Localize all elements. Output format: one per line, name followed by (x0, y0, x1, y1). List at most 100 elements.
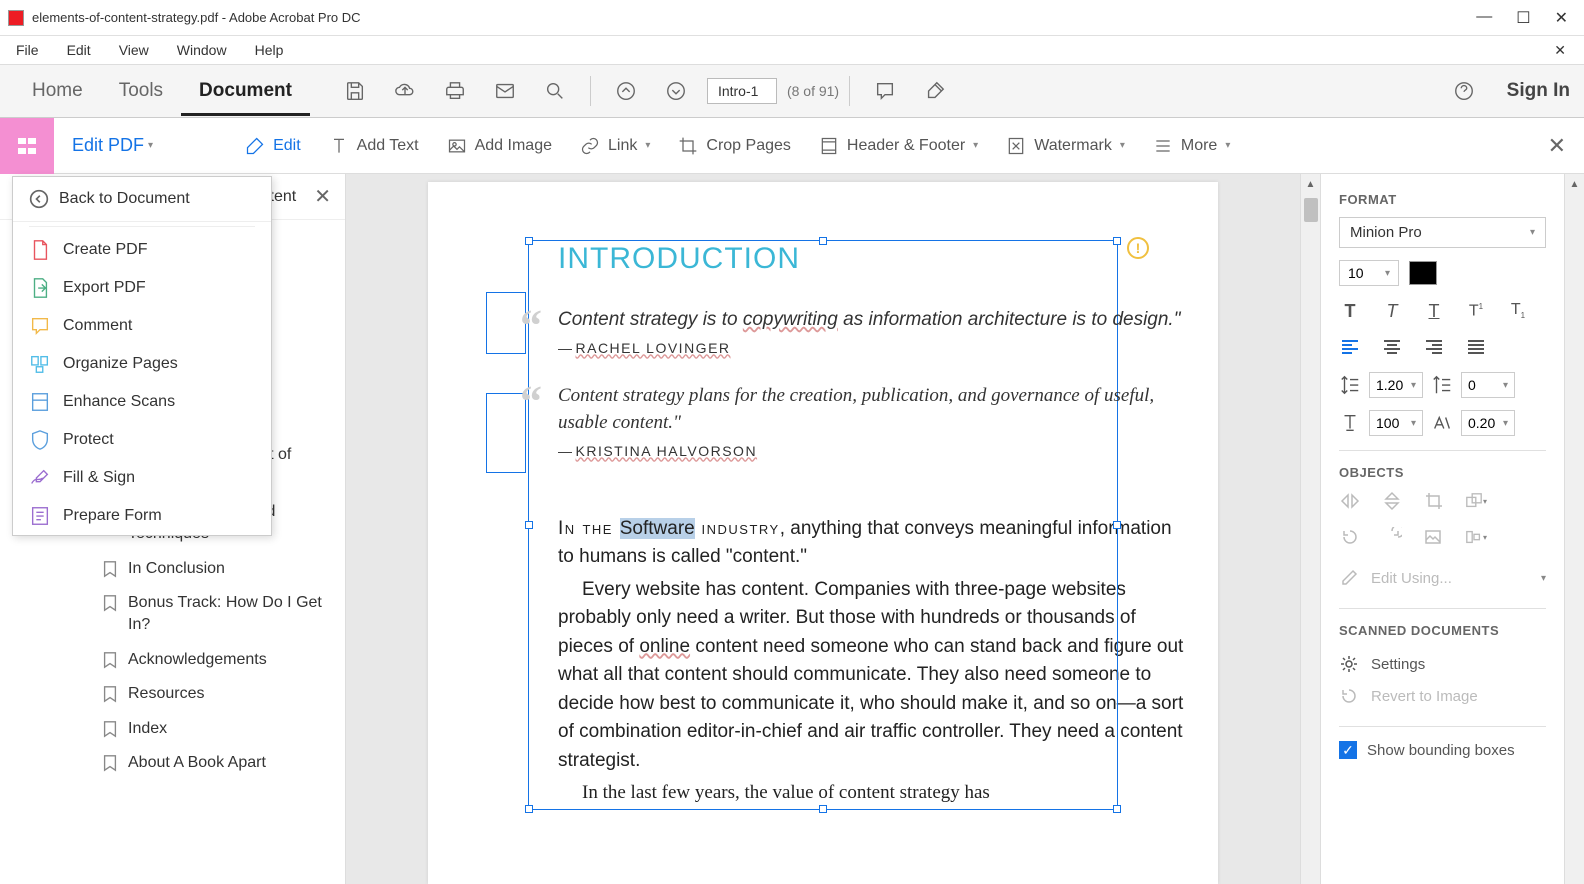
body-paragraph: In the last few years, the value of cont… (558, 779, 1188, 808)
align-objects-icon[interactable]: ▾ (1465, 526, 1487, 548)
scroll-thumb[interactable] (1304, 198, 1318, 222)
editpdf-tool-icon[interactable] (0, 118, 54, 174)
menu-edit[interactable]: Edit (61, 40, 97, 60)
color-picker[interactable] (1409, 261, 1437, 285)
page-down-icon[interactable] (663, 78, 689, 104)
spacing-input[interactable]: 0▾ (1461, 372, 1515, 398)
bookmark-item[interactable]: Acknowledgements (0, 643, 345, 677)
italic-icon[interactable]: T (1381, 300, 1403, 322)
help-icon[interactable] (1451, 78, 1477, 104)
fill-sign-item[interactable]: Fill & Sign (13, 459, 271, 497)
addimage-tool[interactable]: Add Image (433, 136, 566, 156)
scanned-section-label: SCANNED DOCUMENTS (1339, 623, 1546, 638)
addtext-tool[interactable]: Add Text (315, 136, 433, 156)
close-edittoolbar-icon[interactable]: ✕ (1548, 133, 1566, 159)
align-justify-icon[interactable] (1465, 336, 1487, 358)
back-to-document[interactable]: Back to Document (13, 177, 271, 222)
quote-text: Content strategy plans for the creation,… (558, 382, 1188, 437)
kerning-input[interactable]: 0.20▾ (1461, 410, 1515, 436)
fontsize-input[interactable]: 10▾ (1339, 260, 1399, 286)
comment-item[interactable]: Comment (13, 307, 271, 345)
tab-home[interactable]: Home (14, 66, 101, 116)
document-view[interactable]: ! INTRODUCTION “ Content strategy is to … (346, 174, 1300, 884)
window-title: elements-of-content-strategy.pdf - Adobe… (32, 10, 1476, 25)
scroll-up-icon[interactable]: ▲ (1565, 174, 1584, 194)
subscript-icon[interactable]: T1 (1507, 300, 1529, 322)
tab-document[interactable]: Document (181, 66, 310, 116)
mail-icon[interactable] (492, 78, 518, 104)
export-pdf-item[interactable]: Export PDF (13, 269, 271, 307)
comment-icon[interactable] (872, 78, 898, 104)
save-icon[interactable] (342, 78, 368, 104)
lineheight-input[interactable]: 1.20▾ (1369, 372, 1423, 398)
sidebar-close-icon[interactable]: ✕ (314, 184, 331, 209)
flip-h-icon[interactable] (1339, 490, 1361, 512)
bounding-boxes-checkbox[interactable]: ✓ Show bounding boxes (1339, 741, 1546, 759)
cloud-icon[interactable] (392, 78, 418, 104)
more-tool[interactable]: More▾ (1139, 136, 1244, 156)
enhance-scans-item[interactable]: Enhance Scans (13, 383, 271, 421)
maximize-button[interactable]: ☐ (1516, 8, 1530, 28)
align-left-icon[interactable] (1339, 336, 1361, 358)
minimize-button[interactable]: — (1476, 8, 1492, 28)
page-count: (8 of 91) (787, 83, 839, 99)
pdf-page[interactable]: ! INTRODUCTION “ Content strategy is to … (428, 182, 1218, 884)
underline-icon[interactable]: T (1423, 300, 1445, 322)
watermark-tool[interactable]: Watermark▾ (992, 136, 1139, 156)
scrollbar[interactable]: ▲ (1300, 174, 1320, 884)
tools-menu: Back to Document Create PDF Export PDF C… (12, 176, 272, 536)
protect-item[interactable]: Protect (13, 421, 271, 459)
settings-action[interactable]: Settings (1339, 648, 1546, 680)
signin-button[interactable]: Sign In (1507, 80, 1570, 102)
search-icon[interactable] (542, 78, 568, 104)
tab-tools[interactable]: Tools (101, 66, 181, 116)
scroll-up-icon[interactable]: ▲ (1301, 174, 1320, 194)
page-up-icon[interactable] (613, 78, 639, 104)
align-right-icon[interactable] (1423, 336, 1445, 358)
croppages-tool[interactable]: Crop Pages (664, 136, 805, 156)
headerfooter-tool[interactable]: Header & Footer▾ (805, 136, 992, 156)
sidebar-partial-text: tent (270, 188, 297, 206)
scale-input[interactable]: 100▾ (1369, 410, 1423, 436)
quote-text: Content strategy is to copywriting as in… (558, 306, 1188, 334)
flip-v-icon[interactable] (1381, 490, 1403, 512)
menu-view[interactable]: View (113, 40, 155, 60)
bookmark-item[interactable]: About A Book Apart (0, 746, 345, 780)
bookmark-item[interactable]: Bonus Track: How Do I Get In? (0, 586, 345, 643)
edit-tool[interactable]: Edit (231, 136, 315, 156)
menu-help[interactable]: Help (249, 40, 290, 60)
scrollbar-right[interactable]: ▲ (1564, 174, 1584, 884)
quote-mark-icon: “ (520, 300, 542, 351)
menu-file[interactable]: File (10, 40, 45, 60)
editpdf-dropdown[interactable]: Edit PDF▾ (54, 135, 171, 156)
bookmark-item[interactable]: In Conclusion (0, 552, 345, 586)
highlight-icon[interactable] (922, 78, 948, 104)
menu-window[interactable]: Window (171, 40, 233, 60)
arrange-icon[interactable]: ▾ (1465, 490, 1487, 512)
body-paragraph: In the Software industry, anything that … (558, 515, 1188, 572)
organize-pages-item[interactable]: Organize Pages (13, 345, 271, 383)
crop-icon[interactable] (1423, 490, 1445, 512)
prepare-form-item[interactable]: Prepare Form (13, 497, 271, 535)
font-dropdown[interactable]: Minion Pro▾ (1339, 217, 1546, 248)
superscript-icon[interactable]: T1 (1465, 300, 1487, 322)
app-icon (8, 10, 24, 26)
body-paragraph: Every website has content. Companies wit… (558, 576, 1188, 776)
menubar-close-icon[interactable]: ✕ (1548, 40, 1572, 61)
editusing-action[interactable]: Edit Using... ▾ (1339, 562, 1546, 594)
close-button[interactable]: ✕ (1555, 8, 1568, 28)
rotate-cw-icon[interactable] (1381, 526, 1403, 548)
align-center-icon[interactable] (1381, 336, 1403, 358)
print-icon[interactable] (442, 78, 468, 104)
bold-icon[interactable]: T (1339, 300, 1361, 322)
revert-action[interactable]: Revert to Image (1339, 680, 1546, 712)
link-tool[interactable]: Link▾ (566, 136, 664, 156)
page-input[interactable] (707, 78, 777, 104)
replace-image-icon[interactable] (1423, 526, 1445, 548)
rotate-ccw-icon[interactable] (1339, 526, 1361, 548)
bookmark-item[interactable]: Index (0, 712, 345, 746)
bookmark-item[interactable]: Resources (0, 677, 345, 711)
format-section-label: FORMAT (1339, 192, 1546, 207)
create-pdf-item[interactable]: Create PDF (13, 231, 271, 269)
objects-section-label: OBJECTS (1339, 465, 1546, 480)
